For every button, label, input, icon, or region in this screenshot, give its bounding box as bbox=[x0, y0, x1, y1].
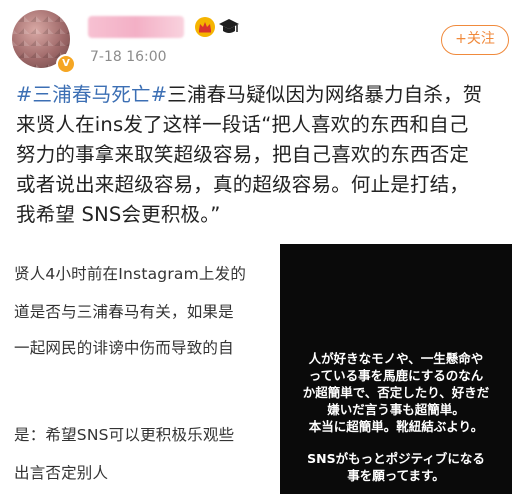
hashtag-link[interactable]: #三浦春马死亡# bbox=[16, 83, 167, 106]
post-line-1: #三浦春马死亡#三浦春马疑似因为网络暴力自杀，贺 bbox=[16, 80, 508, 110]
story-line-6: SNSがもっとポジティブになる bbox=[307, 451, 485, 466]
story-line-5: 本当に超簡単。靴紐結ぶより。 bbox=[308, 419, 484, 434]
left-card-line-2: 道是否与三浦春马有关，如果是 bbox=[14, 303, 234, 321]
post-body: #三浦春马死亡#三浦春马疑似因为网络暴力自杀，贺 来贤人在ins发了这样一段话“… bbox=[16, 80, 508, 230]
story-line-7: 事を願ってます。 bbox=[347, 468, 445, 483]
left-card-line-4: 是：希望SNS可以更积极乐观些 bbox=[14, 426, 235, 444]
left-card-line-5: 出言否定别人 bbox=[14, 464, 109, 482]
left-card-line-1: 贤人4小时前在Instagram上发的 bbox=[14, 265, 247, 283]
post-line-2: 来贤人在ins发了这样一段话“把人喜欢的东西和自己 bbox=[16, 113, 469, 136]
story-line-2: っている事を馬鹿にするのなん bbox=[308, 368, 484, 383]
post-line-5: 我希望 SNS会更积极。” bbox=[16, 203, 221, 226]
post-line-4: 或者说出来超级容易，真的超级容易。何止是打结， bbox=[16, 173, 470, 196]
follow-button[interactable]: +关注 bbox=[441, 25, 509, 55]
post-timestamp: 7-18 16:00 bbox=[90, 49, 167, 65]
verified-badge-icon: V bbox=[56, 54, 76, 74]
post-line-3: 努力的事拿来取笑超级容易，把自己喜欢的东西否定 bbox=[16, 143, 470, 166]
left-card-line-3: 一起网民的诽谤中伤而导致的自 bbox=[14, 339, 234, 357]
username-blurred[interactable] bbox=[88, 16, 184, 38]
story-line-4: 嫌いだ言う事も超簡単。 bbox=[327, 402, 465, 417]
post-line-1-rest: 三浦春马疑似因为网络暴力自杀，贺 bbox=[167, 83, 483, 106]
graduation-cap-icon bbox=[219, 19, 239, 33]
story-line-3: か超簡単で、否定したり、好きだ bbox=[302, 385, 490, 400]
story-text-block-1: 人が好きなモノや、一生懸命や っている事を馬鹿にするのなん か超簡単で、否定した… bbox=[294, 350, 498, 435]
instagram-story-image[interactable]: 人が好きなモノや、一生懸命や っている事を馬鹿にするのなん か超簡単で、否定した… bbox=[280, 244, 512, 494]
story-line-1: 人が好きなモノや、一生懸命や bbox=[308, 351, 484, 366]
story-text-block-2: SNSがもっとポジティブになる 事を願ってます。 bbox=[294, 450, 498, 484]
crown-icon bbox=[195, 17, 215, 37]
